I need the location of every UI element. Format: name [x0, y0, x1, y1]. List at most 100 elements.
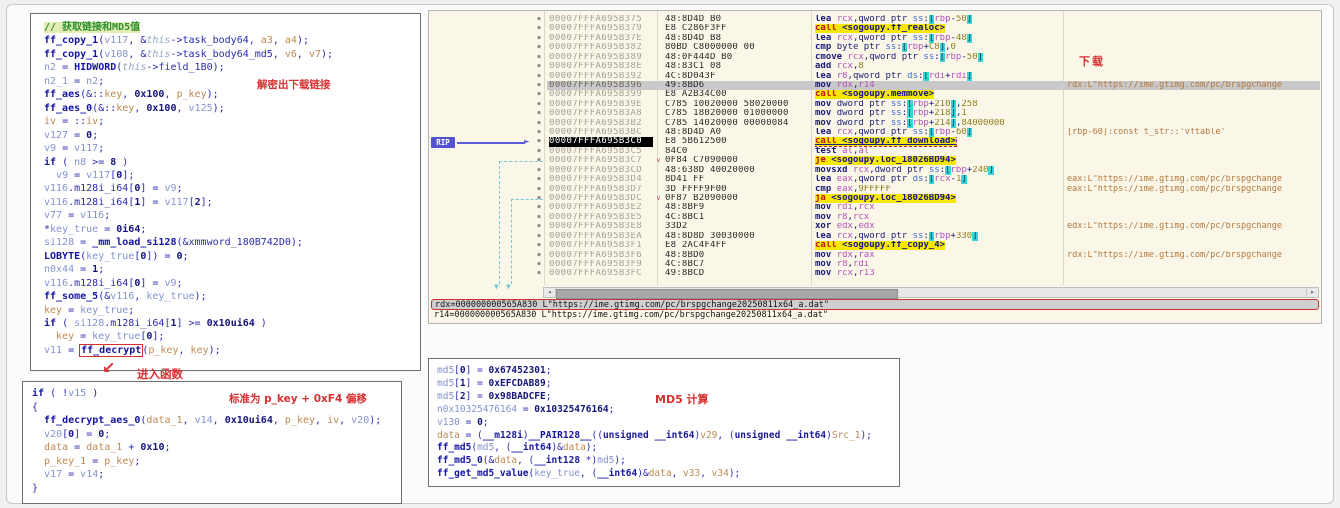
disasm-row[interactable]: ●00007FFFA695B3F94C:8BC7mov r8,rdi: [429, 260, 1321, 269]
bytes-cell: 33D2: [665, 222, 811, 231]
comment-cell: rdx:L"https://ime.gtimg.com/pc/brspgchan…: [1067, 251, 1320, 260]
disasm-row[interactable]: ●00007FFFA695B3FC49:8BCDmov rcx,r13: [429, 269, 1321, 277]
breakpoint-dot[interactable]: ●: [533, 34, 545, 43]
disasm-row[interactable]: ●00007FFFA695B3924C:8D043Flea r8,qword p…: [429, 72, 1321, 81]
disasm-row[interactable]: ●00007FFFA695B3F648:8BD0mov rdx,raxrdx:L…: [429, 251, 1321, 260]
breakpoint-dot[interactable]: ●: [533, 53, 545, 62]
address-cell: 00007FFFA695B3E8: [549, 222, 653, 231]
disasm-row[interactable]: ●00007FFFA695B3E54C:8BC1mov r8,rcx: [429, 213, 1321, 222]
annotation-enter-function: 进入函数: [137, 366, 183, 382]
scroll-left-button[interactable]: ◂: [544, 288, 556, 297]
code-line: *key_true = 0i64;: [44, 223, 418, 236]
bytes-cell: 80BD C8000000 00: [665, 43, 811, 52]
code-line: v127 = 0;: [44, 129, 418, 142]
disasm-row[interactable]: ●00007FFFA695B3B2C785 14020000 00000084m…: [429, 119, 1321, 128]
breakpoint-dot[interactable]: ●: [533, 119, 545, 128]
disasm-row[interactable]: ●00007FFFA695B38E48:83C1 08add rcx,8: [429, 62, 1321, 71]
disasm-row[interactable]: ●00007FFFA695B38280BD C8000000 00cmp byt…: [429, 43, 1321, 52]
scrollbar-thumb[interactable]: [556, 289, 898, 299]
disassembly-rows: ●00007FFFA695B37548:8D4D B0lea rcx,qword…: [429, 11, 1321, 277]
disasm-row[interactable]: ●00007FFFA695B3BC48:8D4D A0lea rcx,qword…: [429, 128, 1321, 137]
breakpoint-dot[interactable]: ●: [533, 137, 545, 146]
disasm-row[interactable]: ●00007FFFA695B379E8 C286F3FFcall <sogoup…: [429, 24, 1321, 33]
disasm-row[interactable]: ●00007FFFA695B3C584C0test al,al: [429, 147, 1321, 156]
breakpoint-dot[interactable]: ●: [533, 24, 545, 33]
breakpoint-dot[interactable]: ●: [533, 72, 545, 81]
breakpoint-dot[interactable]: ●: [533, 269, 545, 277]
breakpoint-dot[interactable]: ●: [533, 222, 545, 231]
horizontal-scrollbar[interactable]: ◂ ▸: [543, 287, 1319, 298]
instruction-cell: cmp byte ptr ss:[rbp+C8],0: [815, 43, 1063, 52]
code-line: v77 = v116;: [44, 209, 418, 222]
breakpoint-dot[interactable]: ●: [533, 128, 545, 137]
disasm-row[interactable]: ●00007FFFA695B37548:8D4D B0lea rcx,qword…: [429, 15, 1321, 24]
bytes-cell: 48:8D4D A0: [665, 128, 811, 137]
bytes-cell: 48:83C1 08: [665, 62, 811, 71]
address-cell: 00007FFFA695B375: [549, 15, 653, 24]
code-line: }: [32, 482, 399, 496]
code-line: v116.m128i_i64[0] = v9;: [44, 182, 418, 195]
breakpoint-dot[interactable]: ●: [533, 109, 545, 118]
disasm-row[interactable]: ●00007FFFA695B3F1E8 2AC4F4FFcall <sogoup…: [429, 241, 1321, 250]
info-line[interactable]: rdx=000000000565A830 L"https://ime.gtimg…: [431, 299, 1319, 310]
code-line: ff_md5_0(&data, (__int128 *)md5);: [437, 455, 897, 468]
disasm-row[interactable]: ●00007FFFA695B3CD48:638D 40020000movsxd …: [429, 166, 1321, 175]
disasm-row-body: 00007FFFA695B38E48:83C1 08add rcx,8: [547, 62, 1320, 71]
disasm-row[interactable]: ●00007FFFA695B39EC785 10020000 58020000m…: [429, 100, 1321, 109]
disasm-row[interactable]: ●00007FFFA695B3A8C785 18020000 01000000m…: [429, 109, 1321, 118]
code-line: ff_aes(&::key, 0x100, p_key);: [44, 88, 418, 101]
address-cell: 00007FFFA695B39E: [549, 100, 653, 109]
code-line: // 获取链接和MD5值: [44, 21, 418, 34]
breakpoint-dot[interactable]: ●: [533, 260, 545, 269]
bytes-cell: E8 C286F3FF: [665, 24, 811, 33]
breakpoint-dot[interactable]: ●: [533, 241, 545, 250]
annotation-download: 下载: [1079, 53, 1105, 69]
code-line: ff_md5(md5, (__int64)&data);: [437, 442, 897, 455]
breakpoint-dot[interactable]: ●: [533, 203, 545, 212]
breakpoint-dot[interactable]: ●: [533, 81, 545, 90]
disasm-row[interactable]: ●00007FFFA695B39649:8BD6mov rdx,r14rdx:L…: [429, 81, 1321, 90]
disasm-row-body: 00007FFFA695B3D73D FFFF9F00cmp eax,9FFFF…: [547, 185, 1320, 194]
disasm-row[interactable]: ●00007FFFA695B3EA48:8D8D 30030000lea rcx…: [429, 232, 1321, 241]
disasm-row-body: 00007FFFA695B38280BD C8000000 00cmp byte…: [547, 43, 1320, 52]
code-line: md5[0] = 0x67452301;: [437, 365, 897, 378]
disasm-row[interactable]: ●00007FFFA695B3D73D FFFF9F00cmp eax,9FFF…: [429, 185, 1321, 194]
instruction-cell: je <sogoupy.loc_18026BD94>: [815, 156, 1063, 165]
scroll-right-button[interactable]: ▸: [1306, 288, 1318, 297]
disasm-row[interactable]: ●00007FFFA695B3C7∨0F84 C7090000je <sogou…: [429, 156, 1321, 165]
bytes-cell: 49:8BD6: [665, 81, 811, 90]
disasm-row[interactable]: ●00007FFFA695B399E8 A2B34C00call <sogoup…: [429, 90, 1321, 99]
bytes-cell: 48:8BD0: [665, 251, 811, 260]
breakpoint-dot[interactable]: ●: [533, 166, 545, 175]
instruction-cell: test al,al: [815, 147, 1063, 156]
pseudocode-lines: md5[0] = 0x67452301;md5[1] = 0xEFCDAB89;…: [429, 359, 899, 481]
breakpoint-dot[interactable]: ●: [533, 175, 545, 184]
bytes-cell: 48:8BF9: [665, 203, 811, 212]
address-cell: 00007FFFA695B3C5: [549, 147, 653, 156]
disasm-row[interactable]: ●00007FFFA695B3D48D41 FFlea eax,qword pt…: [429, 175, 1321, 184]
breakpoint-dot[interactable]: ●: [533, 251, 545, 260]
disasm-row[interactable]: ●00007FFFA695B3C0E8 5B612500call <sogoup…: [429, 137, 1321, 146]
address-cell: 00007FFFA695B3F6: [549, 251, 653, 260]
breakpoint-dot[interactable]: ●: [533, 185, 545, 194]
disasm-row[interactable]: ●00007FFFA695B37E48:8D4D B8lea rcx,qword…: [429, 34, 1321, 43]
bytes-cell: 48:8D4D B8: [665, 34, 811, 43]
breakpoint-dot[interactable]: ●: [533, 147, 545, 156]
breakpoint-dot[interactable]: ●: [533, 90, 545, 99]
breakpoint-dot[interactable]: ●: [533, 43, 545, 52]
breakpoint-dot[interactable]: ●: [533, 15, 545, 24]
code-line: n0x44 = 1;: [44, 263, 418, 276]
code-line: v116.m128i_i64[1] = v117[2];: [44, 196, 418, 209]
disasm-row[interactable]: ●00007FFFA695B38948:0F444D B0cmove rcx,q…: [429, 53, 1321, 62]
breakpoint-dot[interactable]: ●: [533, 100, 545, 109]
address-cell: 00007FFFA695B389: [549, 53, 653, 62]
disasm-row-body: 00007FFFA695B39649:8BD6mov rdx,r14rdx:L"…: [547, 81, 1320, 90]
code-line: ff_copy_1(v117, &this->task_body64, a3, …: [44, 34, 418, 47]
disasm-row[interactable]: ●00007FFFA695B3E248:8BF9mov rdi,rcx: [429, 203, 1321, 212]
breakpoint-dot[interactable]: ●: [533, 232, 545, 241]
disasm-row[interactable]: ●00007FFFA695B3DC∨0F87 B2090000ja <sogou…: [429, 194, 1321, 203]
disasm-row[interactable]: ●00007FFFA695B3E833D2xor edx,edxedx:L"ht…: [429, 222, 1321, 231]
breakpoint-dot[interactable]: ●: [533, 213, 545, 222]
info-line[interactable]: r14=000000000565A830 L"https://ime.gtimg…: [431, 310, 1319, 321]
breakpoint-dot[interactable]: ●: [533, 62, 545, 71]
